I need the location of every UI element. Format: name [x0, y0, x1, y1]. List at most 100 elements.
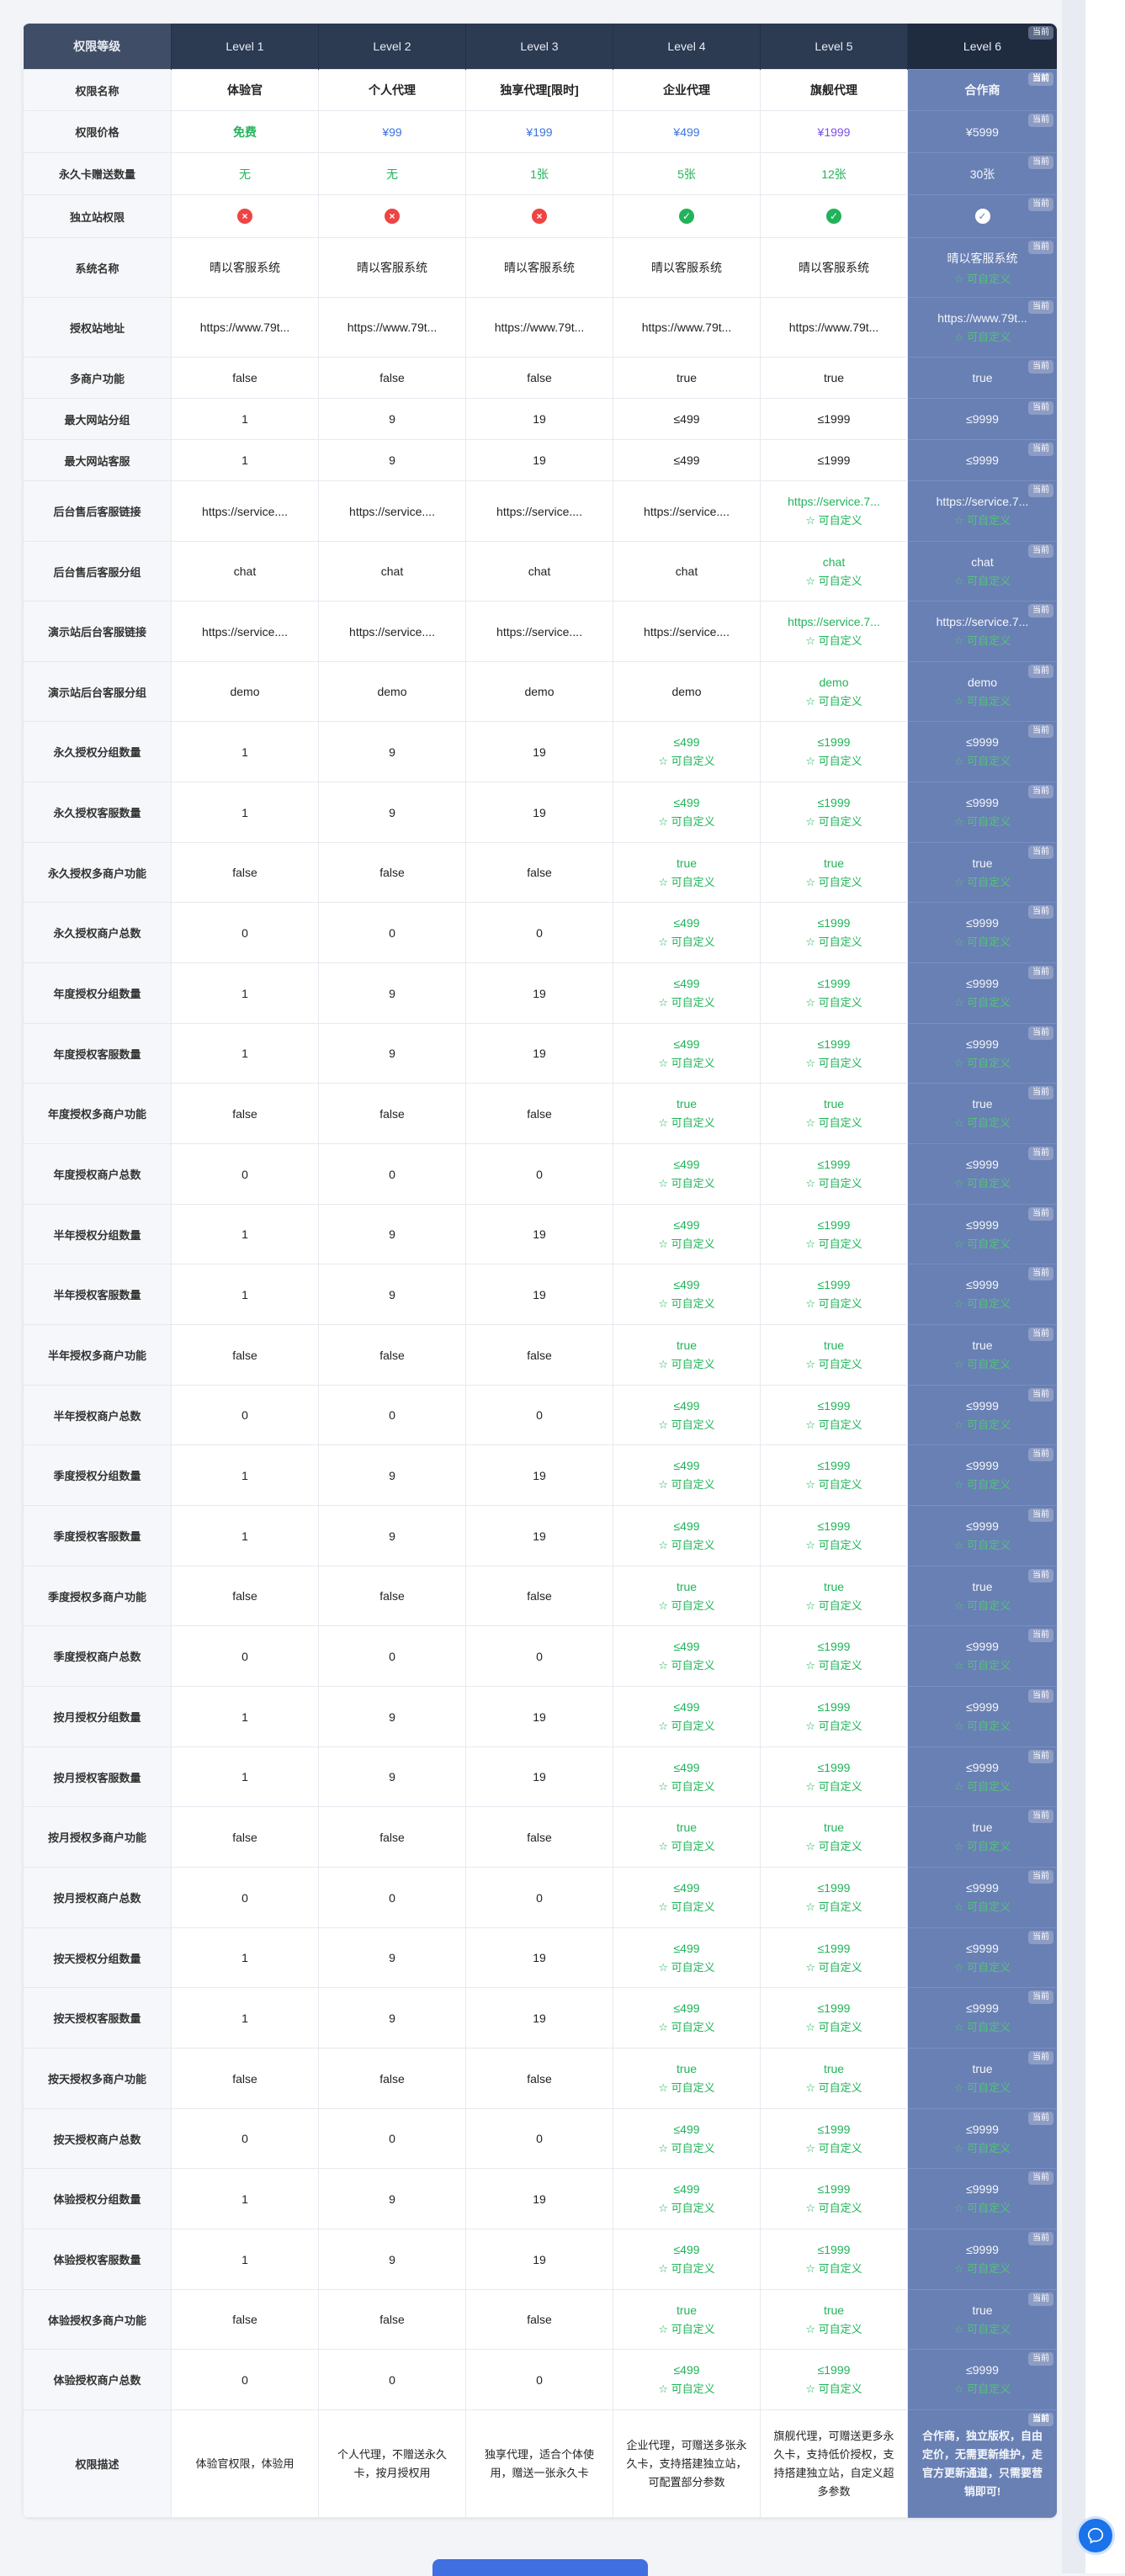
current-tag: 当前 [1028, 484, 1053, 497]
customizable-label: ☆ 可自定义 [805, 2262, 862, 2275]
cell-value: 1 [241, 2192, 248, 2206]
table-cell-level-3: 0 [465, 1143, 613, 1205]
table-cell-level-6: ≤9999 ☆ 可自定义 当前 [907, 1927, 1057, 1988]
table-cell-level-5: ≤1999 ☆ 可自定义 [760, 2349, 908, 2410]
cell-value: 体验官 [227, 83, 263, 97]
cell-value: demo [819, 675, 849, 689]
cell-value: 9 [389, 1529, 395, 1543]
cell-value: ≤499 [673, 1398, 700, 1413]
table-cell-level-2: ¥99 [318, 110, 466, 153]
table-cell-level-1: × [171, 194, 319, 238]
customizable-label: ☆ 可自定义 [658, 1418, 715, 1431]
cell-value: 19 [533, 1227, 546, 1241]
table-cell-level-5: ≤1999 ☆ 可自定义 [760, 1444, 908, 1506]
cell-value: 0 [389, 925, 395, 940]
header-level-6[interactable]: Level 6 当前 [907, 24, 1057, 70]
table-cell-level-6: ≤9999 ☆ 可自定义 当前 [907, 1867, 1057, 1928]
table-cell-level-6: ≤9999 ☆ 可自定义 当前 [907, 1444, 1057, 1506]
table-cell-level-5: 12张 [760, 152, 908, 195]
customizable-label: ☆ 可自定义 [953, 514, 1011, 527]
table-cell-level-2: https://service.... [318, 601, 466, 662]
cell-value: ¥5999 [966, 125, 999, 139]
table-cell-level-3: false [465, 1806, 613, 1868]
header-level-5[interactable]: Level 5 [760, 24, 908, 70]
table-cell-level-1: false [171, 2289, 319, 2350]
cell-value: 1 [241, 986, 248, 1000]
table-cell-level-5: ≤1999 ☆ 可自定义 [760, 1867, 908, 1928]
row-label: 季度授权分组数量 [23, 1444, 172, 1506]
table-row: 半年授权客服数量 1 9 19 ≤499 ☆ 可自定义 ≤1999 ☆ 可自定义 ≤9999 ☆ … [23, 1264, 1057, 1325]
table-row: 按天授权分组数量 1 9 19 ≤499 ☆ 可自定义 ≤1999 ☆ 可自定义 ≤9999 ☆ … [23, 1927, 1057, 1988]
customizable-label: ☆ 可自定义 [805, 2383, 862, 2395]
header-level-1[interactable]: Level 1 [171, 24, 319, 70]
table-cell-level-2: 9 [318, 1264, 466, 1325]
current-tag: 当前 [1028, 198, 1053, 211]
header-level-4[interactable]: Level 4 [613, 24, 761, 70]
table-cell-level-3: 19 [465, 2229, 613, 2290]
cell-value: 19 [533, 2192, 546, 2206]
row-label: 季度授权客服数量 [23, 1505, 172, 1566]
row-label: 多商户功能 [23, 357, 172, 399]
customizable-label: ☆ 可自定义 [953, 1720, 1011, 1732]
cell-value: ≤1999 [817, 1640, 851, 1653]
table-cell-level-6: true ☆ 可自定义 当前 [907, 1324, 1057, 1386]
current-tag: 当前 [1028, 1448, 1053, 1461]
header-level-3[interactable]: Level 3 [465, 24, 613, 70]
cell-value: 19 [533, 453, 546, 467]
customizable-label: ☆ 可自定义 [805, 2021, 862, 2033]
bottom-action-button[interactable] [432, 2559, 648, 2576]
row-label: 最大网站分组 [23, 398, 172, 440]
customizable-label: ☆ 可自定义 [953, 815, 1011, 828]
cell-value: false [232, 1348, 257, 1362]
table-cell-level-1: chat [171, 541, 319, 602]
cell-value: 9 [389, 1468, 395, 1482]
customizable-label: ☆ 可自定义 [658, 1779, 715, 1793]
row-label: 演示站后台客服分组 [23, 661, 172, 722]
table-cell-level-5: ≤1999 ☆ 可自定义 [760, 1746, 908, 1807]
current-tag: 当前 [1028, 443, 1053, 456]
row-label: 权限价格 [23, 110, 172, 153]
table-cell-level-3: false [465, 1324, 613, 1386]
table-cell-level-6: ≤9999 ☆ 可自定义 当前 [907, 1023, 1057, 1084]
customizable-label: ☆ 可自定义 [658, 815, 715, 828]
table-cell-level-1: 1 [171, 1204, 319, 1264]
row-label: 半年授权商户总数 [23, 1385, 172, 1445]
table-cell-level-6: ≤9999 ☆ 可自定义 当前 [907, 782, 1057, 843]
table-cell-level-6: ≤9999 ☆ 可自定义 当前 [907, 721, 1057, 782]
cell-value: chat [675, 564, 698, 578]
customizable-label: ☆ 可自定义 [805, 1539, 862, 1551]
permission-table-container: 权限等级 Level 1 Level 2 Level 3 Level 4 Lev… [23, 24, 1057, 2518]
table-cell-level-2: 9 [318, 2229, 466, 2290]
table-row: 最大网站分组 1 9 19 ≤499 ≤1999 ≤9999 当前 [23, 398, 1057, 440]
table-cell-level-1: https://www.79t... [171, 297, 319, 358]
table-cell-level-1: 1 [171, 1505, 319, 1566]
table-row: 授权站地址 https://www.79t... https://www.79t..… [23, 297, 1057, 358]
cell-value: https://www.79t... [788, 321, 879, 334]
table-cell-level-5: demo ☆ 可自定义 [760, 661, 908, 722]
customizable-label: ☆ 可自定义 [658, 1960, 715, 1974]
cell-value: false [379, 1589, 405, 1603]
table-cell-level-4: ≤499 ☆ 可自定义 [613, 1927, 761, 1988]
table-cell-level-5: true ☆ 可自定义 [760, 2289, 908, 2350]
table-cell-level-4: 晴以客服系统 [613, 237, 761, 298]
scrollbar-track[interactable] [1085, 0, 1125, 2573]
customizable-label: ☆ 可自定义 [805, 1598, 862, 1612]
header-level-2[interactable]: Level 2 [318, 24, 466, 70]
cell-value: true [823, 1821, 845, 1834]
cell-value: ≤1999 [817, 2182, 851, 2196]
customizable-label: ☆ 可自定义 [805, 2322, 862, 2335]
table-cell-level-3: 1张 [465, 152, 613, 195]
current-tag: 当前 [1028, 26, 1053, 40]
chat-support-button[interactable] [1076, 2516, 1115, 2555]
cell-value: 0 [389, 2132, 395, 2145]
cell-value: false [379, 1106, 405, 1121]
cell-value: 9 [389, 1951, 395, 1964]
table-cell-level-2: false [318, 2048, 466, 2109]
table-cell-level-5: 晴以客服系统 [760, 237, 908, 298]
cell-value: https://service.... [644, 504, 730, 518]
cell-value: https://www.79t... [641, 321, 732, 334]
table-cell-level-1: 1 [171, 439, 319, 481]
table-cell-level-1: 1 [171, 1927, 319, 1988]
cell-value: 9 [389, 453, 395, 467]
cell-value: true [676, 371, 698, 384]
